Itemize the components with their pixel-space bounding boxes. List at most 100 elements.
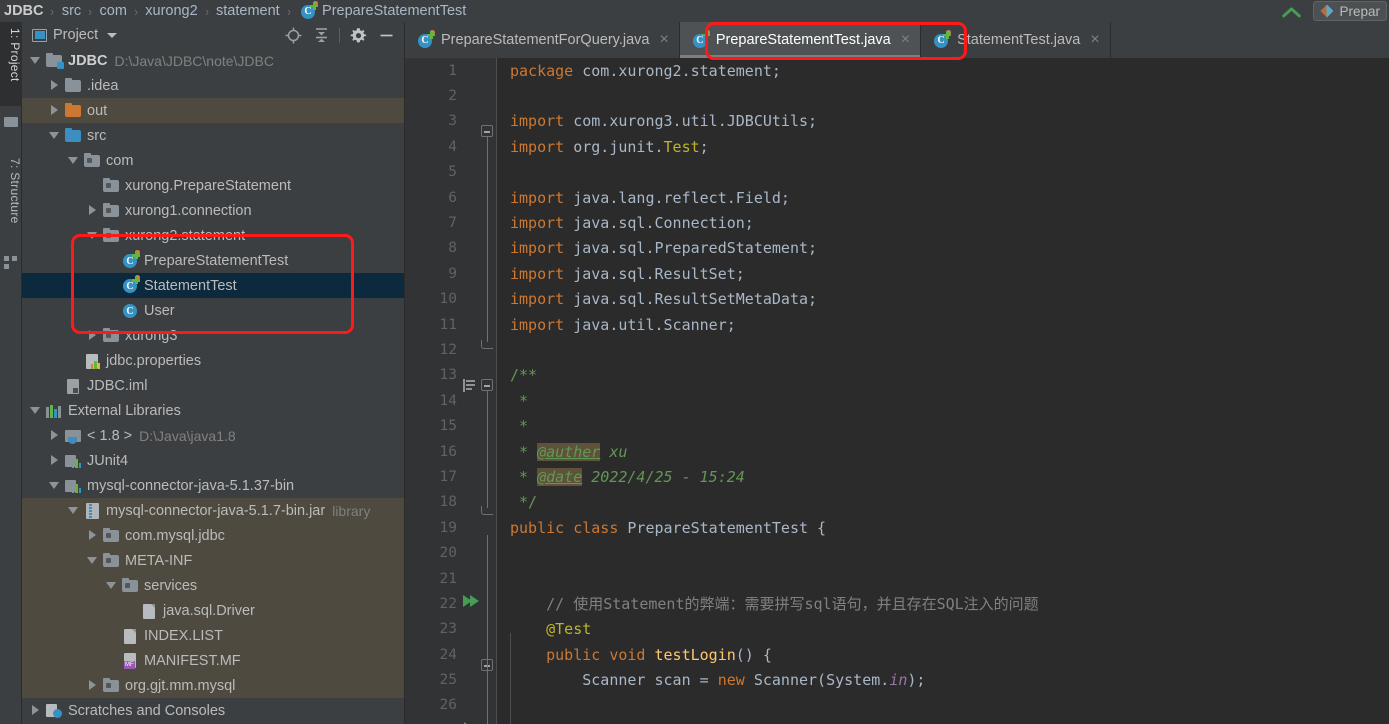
tree-row[interactable]: External Libraries bbox=[22, 398, 404, 423]
tree-row[interactable]: xurong2.statement bbox=[22, 223, 404, 248]
tree-row[interactable]: src bbox=[22, 123, 404, 148]
code-text[interactable]: */ bbox=[510, 493, 537, 511]
tree-row[interactable]: mysql-connector-java-5.1.7-bin.jar librar… bbox=[22, 498, 404, 523]
sidebar-item-project[interactable]: 1: Project bbox=[0, 22, 22, 106]
code-text[interactable]: public class PrepareStatementTest { bbox=[510, 519, 826, 537]
tree-row[interactable]: C PrepareStatementTest bbox=[22, 248, 404, 273]
breadcrumb-item-project[interactable]: JDBC bbox=[4, 3, 43, 19]
breadcrumb-item-src[interactable]: src bbox=[62, 3, 81, 19]
code-text[interactable]: import java.sql.ResultSet; bbox=[510, 265, 745, 283]
code-text[interactable]: import org.junit.Test; bbox=[510, 138, 709, 156]
chevron-down-icon[interactable] bbox=[87, 555, 98, 566]
tree-row[interactable]: com bbox=[22, 148, 404, 173]
chevron-down-icon[interactable] bbox=[68, 155, 79, 166]
tree-row[interactable]: out bbox=[22, 98, 404, 123]
editor-tab[interactable]: C PrepareStatementTest.java × bbox=[679, 22, 922, 58]
code-text[interactable]: Scanner scan = new Scanner(System.in); bbox=[510, 671, 925, 689]
tree-row[interactable]: services bbox=[22, 573, 404, 598]
code-text[interactable]: package com.xurong2.statement; bbox=[510, 62, 781, 80]
tree-item-label: out bbox=[87, 102, 108, 119]
tree-row[interactable]: MF MANIFEST.MF bbox=[22, 648, 404, 673]
tree-row[interactable]: xurong.PrepareStatement bbox=[22, 173, 404, 198]
chevron-right-icon[interactable] bbox=[49, 455, 60, 466]
chevron-right-icon[interactable] bbox=[87, 530, 98, 541]
tree-row[interactable]: JUnit4 bbox=[22, 448, 404, 473]
chevron-right-icon[interactable] bbox=[30, 705, 41, 716]
chevron-down-icon[interactable] bbox=[30, 405, 41, 416]
chevron-right-icon[interactable] bbox=[49, 430, 60, 441]
code-content[interactable]: 1 package com.xurong2.statement; 2 3 import … bbox=[405, 58, 1389, 724]
code-text[interactable]: public void testLogin() { bbox=[510, 646, 772, 664]
tree-row[interactable]: mysql-connector-java-5.1.37-bin bbox=[22, 473, 404, 498]
chevron-down-icon[interactable] bbox=[49, 480, 60, 491]
chevron-right-icon[interactable] bbox=[87, 205, 98, 216]
tree-row[interactable]: JDBC D:\Java\JDBC\note\JDBC bbox=[22, 48, 404, 73]
code-line: 7 import java.sql.Connection; bbox=[405, 210, 1389, 235]
code-text[interactable]: @Test bbox=[510, 620, 591, 638]
chevron-right-icon[interactable] bbox=[87, 680, 98, 691]
editor-tab[interactable]: C PrepareStatementForQuery.java × bbox=[405, 22, 680, 58]
code-text[interactable]: * bbox=[510, 417, 528, 435]
chevron-right-icon[interactable] bbox=[49, 80, 60, 91]
tree-row[interactable]: xurong1.connection bbox=[22, 198, 404, 223]
code-text[interactable]: import java.sql.ResultSetMetaData; bbox=[510, 290, 817, 308]
code-text[interactable]: * @auther xu bbox=[510, 442, 627, 461]
breadcrumb-item-com[interactable]: com bbox=[100, 3, 127, 19]
chevron-right-icon[interactable] bbox=[49, 105, 60, 116]
project-tree[interactable]: JDBC D:\Java\JDBC\note\JDBC .idea out src com… bbox=[22, 48, 404, 723]
code-text[interactable]: import java.lang.reflect.Field; bbox=[510, 189, 790, 207]
chevron-down-icon[interactable] bbox=[87, 230, 98, 241]
tree-row[interactable]: JDBC.iml bbox=[22, 373, 404, 398]
run-configuration-selector[interactable]: Prepar bbox=[1313, 1, 1387, 21]
chevron-right-icon[interactable] bbox=[87, 330, 98, 341]
chevron-down-icon[interactable] bbox=[30, 55, 41, 66]
tree-row[interactable]: INDEX.LIST bbox=[22, 623, 404, 648]
code-line: 25 Scanner scan = new Scanner(System.in)… bbox=[405, 667, 1389, 692]
locate-icon[interactable] bbox=[279, 23, 307, 47]
tree-row[interactable]: META-INF bbox=[22, 548, 404, 573]
tree-row[interactable]: < 1.8 > D:\Java\java1.8 bbox=[22, 423, 404, 448]
code-text[interactable]: import com.xurong3.util.JDBCUtils; bbox=[510, 112, 817, 130]
close-icon[interactable]: × bbox=[1090, 32, 1099, 48]
code-token: package bbox=[510, 61, 583, 80]
close-icon[interactable]: × bbox=[659, 32, 668, 48]
breadcrumb-item-class[interactable]: PrepareStatementTest bbox=[322, 3, 466, 19]
breadcrumb-item-statement[interactable]: statement bbox=[216, 3, 280, 19]
gear-icon[interactable] bbox=[344, 23, 372, 47]
code-text[interactable]: // 使用Statement的弊端：需要拼写sql语句，并且存在SQL注入的问题 bbox=[510, 593, 1039, 614]
code-text[interactable]: import java.sql.Connection; bbox=[510, 214, 754, 232]
code-text[interactable]: * @date 2022/4/25 - 15:24 bbox=[510, 467, 745, 486]
tree-row[interactable]: java.sql.Driver bbox=[22, 598, 404, 623]
sidebar-item-structure[interactable]: 7: Structure bbox=[0, 152, 22, 252]
structure-stripe-icon bbox=[4, 256, 18, 270]
close-icon[interactable]: × bbox=[901, 32, 910, 48]
tree-row[interactable]: com.mysql.jdbc bbox=[22, 523, 404, 548]
chevron-down-icon[interactable] bbox=[107, 32, 118, 38]
tree-row[interactable]: C User bbox=[22, 298, 404, 323]
line-number: 14 bbox=[439, 392, 457, 409]
editor-tab-bar: C PrepareStatementForQuery.java × C PrepareS… bbox=[405, 22, 1389, 58]
tree-row[interactable]: Scratches and Consoles bbox=[22, 698, 404, 723]
tree-row[interactable]: org.gjt.mm.mysql bbox=[22, 673, 404, 698]
breadcrumb-item-xurong2[interactable]: xurong2 bbox=[145, 3, 197, 19]
chevron-down-icon[interactable] bbox=[49, 130, 60, 141]
line-number: 13 bbox=[439, 367, 457, 384]
line-number: 17 bbox=[439, 468, 457, 485]
hide-icon[interactable] bbox=[372, 23, 400, 47]
tree-row[interactable]: C StatementTest bbox=[22, 273, 404, 298]
chevron-down-icon[interactable] bbox=[68, 505, 79, 516]
code-text[interactable]: * bbox=[510, 392, 528, 410]
code-text[interactable]: import java.sql.PreparedStatement; bbox=[510, 239, 817, 257]
collapse-all-icon[interactable] bbox=[307, 23, 335, 47]
tree-row[interactable]: xurong3 bbox=[22, 323, 404, 348]
editor-tab[interactable]: C StatementTest.java × bbox=[921, 22, 1111, 58]
chevron-down-icon[interactable] bbox=[106, 580, 117, 591]
checkmark-icon[interactable] bbox=[1277, 2, 1303, 20]
tree-row[interactable]: jdbc.properties bbox=[22, 348, 404, 373]
code-editor[interactable]: 1 package com.xurong2.statement; 2 3 import … bbox=[405, 58, 1389, 724]
tree-row[interactable]: .idea bbox=[22, 73, 404, 98]
code-text[interactable]: /** bbox=[510, 366, 537, 384]
code-text[interactable]: import java.util.Scanner; bbox=[510, 316, 736, 334]
